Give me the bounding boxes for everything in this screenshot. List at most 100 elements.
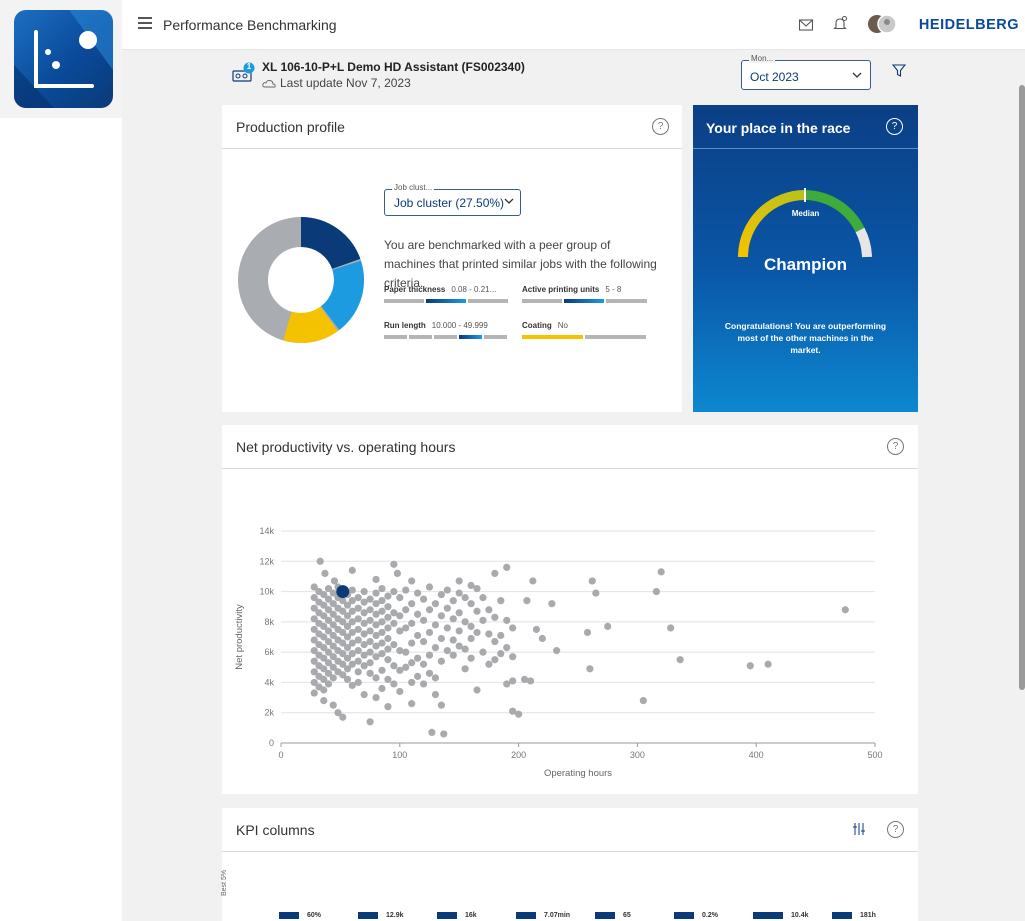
scatter-point: [431, 644, 440, 652]
scatter-point: [396, 612, 404, 620]
scatter-point: [402, 663, 410, 671]
scatter-point: [360, 690, 368, 699]
scatter-point: [384, 634, 392, 643]
scatter-point: [402, 648, 410, 656]
scatter-point: [366, 616, 374, 624]
scatter-point: [503, 616, 511, 624]
scatter-point: [491, 637, 499, 646]
production-donut-chart: [238, 217, 364, 343]
y-tick-label: 8k: [264, 617, 274, 627]
scatter-point: [330, 577, 339, 585]
scatter-point: [588, 577, 596, 585]
scatter-point: [491, 613, 499, 621]
scatter-point: [592, 589, 600, 597]
scatter-point: [443, 586, 451, 594]
criterion-run-length: Run length 10.000 - 49.999: [384, 321, 488, 330]
scatter-point: [390, 640, 398, 649]
scatter-point: [455, 609, 463, 617]
scatter-point: [378, 597, 386, 605]
scatter-point: [431, 600, 440, 608]
scatter-point: [310, 689, 318, 697]
scatter-point: [402, 624, 410, 632]
app-logo-icon[interactable]: [14, 10, 113, 108]
scatter-point: [384, 675, 392, 683]
help-icon[interactable]: ?: [652, 118, 669, 135]
menu-icon[interactable]: [138, 17, 152, 29]
scatter-point: [529, 577, 537, 585]
scatter-point: [639, 697, 647, 705]
scatter-point: [414, 654, 422, 662]
scatter-point: [354, 615, 362, 623]
x-tick-label: 100: [392, 750, 407, 760]
scatter-point: [366, 627, 374, 635]
scatter-point: [428, 728, 436, 736]
scatter-plot: 0 2k 4k 6k 8k 10k 12k 14k 0 100 200 300 400 500 Operat…: [234, 526, 883, 779]
criterion-coating: Coating No: [522, 321, 569, 330]
scatter-point: [419, 616, 428, 624]
filter-icon[interactable]: [891, 64, 907, 82]
chevron-down-icon: [504, 195, 514, 207]
scatter-point: [414, 631, 422, 640]
kpi-value: 181h: [832, 912, 876, 919]
scatter-point: [437, 591, 445, 599]
scatter-point: [523, 597, 531, 605]
scatter-point: [408, 700, 416, 708]
column-settings-icon[interactable]: [852, 822, 866, 841]
scatter-point: [676, 656, 684, 664]
scatter-title: Net productivity vs. operating hours: [236, 439, 456, 455]
scatter-point: [396, 594, 404, 602]
scatter-point: [396, 687, 404, 696]
help-icon[interactable]: ?: [887, 821, 904, 838]
scatter-point: [354, 657, 362, 665]
brand-logo: HEIDELBERG: [918, 17, 1019, 33]
scatter-point: [652, 587, 661, 596]
scatter-point: [497, 631, 505, 640]
x-tick-label: 0: [278, 750, 283, 760]
scatter-point: [425, 606, 434, 614]
scatter-point: [408, 577, 416, 585]
x-axis-label: Operating hours: [544, 768, 612, 779]
kpi-value: 60%: [279, 912, 321, 919]
scatter-point: [384, 613, 392, 621]
help-icon[interactable]: ?: [886, 118, 903, 135]
scatter-point: [467, 634, 475, 643]
job-cluster-select[interactable]: Job clust... Job cluster (27.50%): [384, 183, 521, 216]
month-select[interactable]: Mon... Oct 2023: [741, 54, 871, 90]
scatter-point: [473, 584, 481, 593]
scatter-point: [378, 684, 386, 693]
scatter-point: [449, 615, 457, 623]
last-update-text: Last update Nov 7, 2023: [280, 76, 411, 90]
chevron-down-icon: [852, 69, 862, 81]
machine-icon: 1: [232, 62, 255, 84]
month-label: Mon...: [749, 54, 776, 63]
scatter-point: [414, 589, 422, 597]
mail-icon[interactable]: [798, 18, 814, 36]
top-bar: Performance Benchmarking HEIDELBERG: [122, 0, 1025, 50]
race-message: Congratulations! You are outperforming m…: [724, 321, 887, 355]
scatter-point: [485, 660, 493, 668]
scatter-point: [402, 606, 410, 614]
scatter-point: [497, 650, 505, 658]
scatter-point: [461, 594, 469, 602]
scatter-point: [419, 680, 428, 688]
scatter-point: [354, 678, 362, 687]
avatar-icon[interactable]: [867, 14, 897, 39]
scatter-point: [431, 690, 440, 699]
scatter-point: [548, 600, 556, 608]
scatter-point: [384, 656, 392, 664]
median-label: Median: [791, 209, 820, 218]
scatter-point: [366, 669, 374, 677]
scatter-point: [321, 569, 329, 577]
y-tick-label: 14k: [259, 526, 274, 536]
scatter-point: [343, 675, 352, 683]
cloud-icon: [262, 79, 276, 87]
notification-bell-icon[interactable]: [833, 16, 847, 37]
scatter-point: [348, 566, 356, 574]
scatter-point: [384, 592, 392, 600]
scatter-point: [431, 621, 440, 629]
scatter-point: [455, 577, 463, 585]
scrollbar-thumb[interactable]: [1019, 85, 1025, 690]
scatter-point: [538, 634, 546, 643]
help-icon[interactable]: ?: [887, 438, 904, 455]
scatter-point: [408, 600, 416, 608]
